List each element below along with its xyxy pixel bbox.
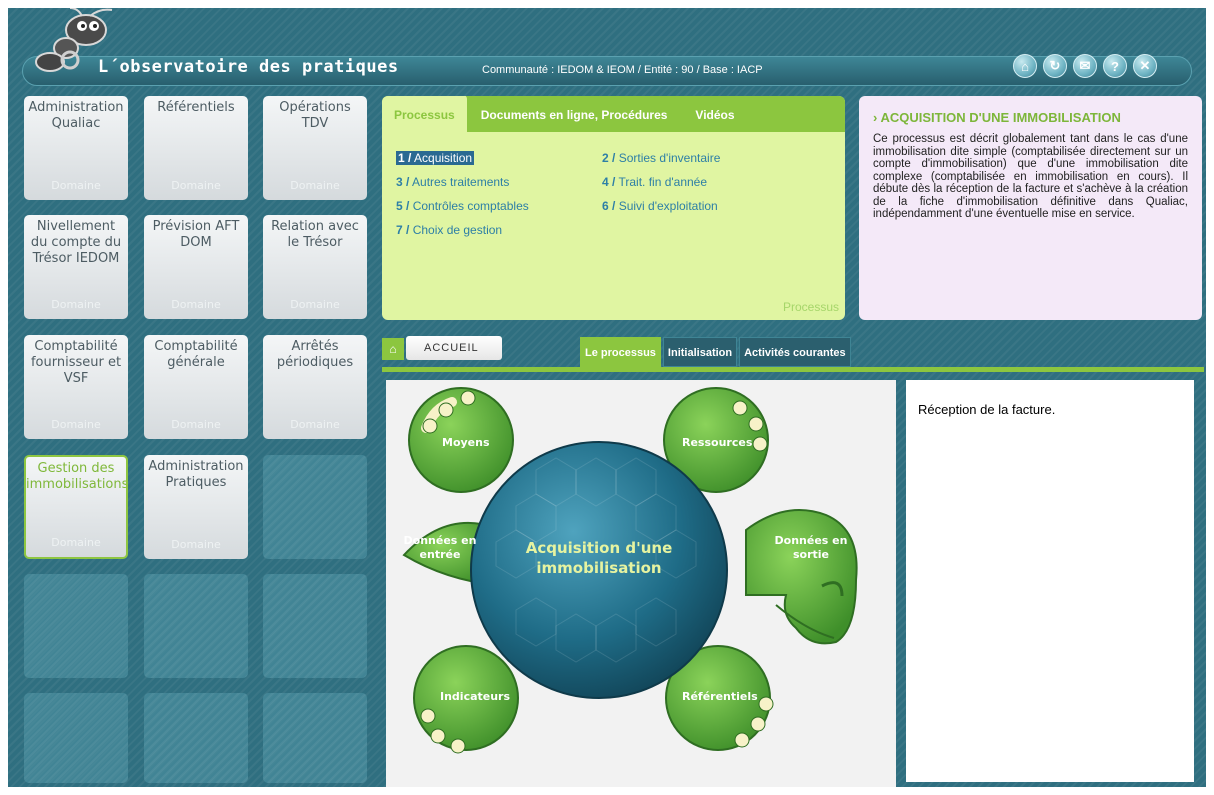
empty-tile: [144, 693, 248, 783]
description-text: Ce processus est décrit globalement tant…: [873, 133, 1188, 220]
referentiels-label: Référentiels: [682, 690, 758, 703]
domain-title: Comptabilité générale: [154, 339, 238, 370]
data-out-head[interactable]: [745, 509, 858, 645]
refresh-icon[interactable]: ↻: [1043, 54, 1067, 78]
link-number: 2 /: [602, 151, 616, 165]
process-link-controles[interactable]: 5 / Contrôles comptables: [396, 199, 529, 213]
empty-tile: [263, 455, 367, 559]
link-number: 5 /: [396, 199, 410, 213]
link-label: Choix de gestion: [412, 223, 503, 237]
domain-label: Domaine: [171, 538, 221, 551]
process-link-choix[interactable]: 7 / Choix de gestion: [396, 223, 502, 237]
domain-label: Domaine: [171, 298, 221, 311]
process-footer: Processus: [782, 300, 839, 314]
domain-tile-prevision-aft[interactable]: Prévision AFT DOM Domaine: [144, 215, 248, 319]
domain-tile-arretes-periodiques[interactable]: Arrêtés périodiques Domaine: [263, 335, 367, 439]
process-panel: Processus Documents en ligne, Procédures…: [382, 96, 845, 320]
domain-tile-referentiels[interactable]: Référentiels Domaine: [144, 96, 248, 200]
link-number: 7 /: [396, 223, 410, 237]
accueil-button[interactable]: ACCUEIL: [406, 336, 502, 360]
domain-title: Opérations TDV: [279, 100, 351, 131]
domain-title: Nivellement du compte du Trésor IEDOM: [30, 219, 122, 266]
tab-videos[interactable]: Vidéos: [681, 108, 748, 132]
domain-tile-comptabilite-fournisseur[interactable]: Comptabilité fournisseur et VSF Domaine: [24, 335, 128, 439]
link-label: Autres traitements: [412, 175, 510, 189]
domain-tile-relation-tresor[interactable]: Relation avec le Trésor Domaine: [263, 215, 367, 319]
process-link-fin-annee[interactable]: 4 / Trait. fin d'année: [602, 175, 707, 189]
tab-documents[interactable]: Documents en ligne, Procédures: [467, 108, 682, 132]
domain-label: Domaine: [290, 298, 340, 311]
ressources-label: Ressources: [682, 436, 753, 449]
domain-title: Gestion des immobilisations: [26, 461, 128, 492]
domain-label: Domaine: [171, 418, 221, 431]
tab-activites-courantes[interactable]: Activités courantes: [739, 337, 851, 367]
domain-tile-operations-tdv[interactable]: Opérations TDV Domaine: [263, 96, 367, 200]
divider-line: [382, 367, 1204, 372]
domain-title: Administration Pratiques: [148, 459, 244, 490]
process-link-sorties[interactable]: 2 / Sorties d'inventaire: [602, 151, 720, 165]
link-label: Acquisition: [414, 151, 473, 165]
empty-tile: [24, 574, 128, 678]
tab-le-processus[interactable]: Le processus: [580, 337, 661, 367]
link-number: 1 /: [398, 151, 412, 165]
description-title: › ACQUISITION D'UNE IMMOBILISATION: [873, 110, 1121, 125]
process-diagram: Acquisition d'une immobilisation Moyens …: [386, 380, 896, 787]
empty-tile: [263, 693, 367, 783]
empty-tile: [263, 574, 367, 678]
step-detail-panel: Réception de la facture.: [906, 380, 1194, 782]
domain-tile-nivellement[interactable]: Nivellement du compte du Trésor IEDOM Do…: [24, 215, 128, 319]
domain-title: Référentiels: [157, 100, 235, 115]
domain-title: Comptabilité fournisseur et VSF: [30, 339, 122, 386]
domain-label: Domaine: [51, 298, 101, 311]
domain-tile-administration-qualiac[interactable]: Administration Qualiac Domaine: [24, 96, 128, 200]
process-link-suivi[interactable]: 6 / Suivi d'exploitation: [602, 199, 718, 213]
domain-label: Domaine: [290, 418, 340, 431]
data-in-label: Données en entrée: [403, 534, 477, 561]
moyens-label: Moyens: [442, 436, 490, 449]
link-label: Trait. fin d'année: [618, 175, 708, 189]
app-title: L´observatoire des pratiques: [98, 57, 399, 77]
home-icon[interactable]: ⌂: [1013, 54, 1037, 78]
link-label: Suivi d'exploitation: [618, 199, 718, 213]
diagram-center-label: Acquisition d'une immobilisation: [525, 539, 673, 577]
link-number: 4 /: [602, 175, 616, 189]
close-icon[interactable]: ✕: [1133, 54, 1157, 78]
domain-title: Relation avec le Trésor: [271, 219, 359, 250]
step-detail-text: Réception de la facture.: [918, 402, 1056, 417]
process-tabs: Processus Documents en ligne, Procédures…: [382, 96, 845, 132]
sub-tabs: Le processus Initialisation Activités co…: [580, 337, 851, 367]
domain-title: Administration Qualiac: [28, 100, 124, 131]
domain-tile-administration-pratiques[interactable]: Administration Pratiques Domaine: [144, 455, 248, 559]
tab-processus[interactable]: Processus: [382, 96, 467, 132]
link-label: Contrôles comptables: [412, 199, 529, 213]
context-info: Communauté : IEDOM & IEOM / Entité : 90 …: [482, 64, 763, 76]
domain-tile-gestion-immobilisations[interactable]: Gestion des immobilisations Domaine: [24, 455, 128, 559]
mail-icon[interactable]: ✉: [1073, 54, 1097, 78]
empty-tile: [144, 574, 248, 678]
domain-title: Arrêtés périodiques: [276, 339, 354, 370]
description-panel: › ACQUISITION D'UNE IMMOBILISATION Ce pr…: [859, 96, 1202, 320]
empty-tile: [24, 693, 128, 783]
domain-label: Domaine: [51, 418, 101, 431]
indicateurs-label: Indicateurs: [440, 690, 511, 703]
header-toolbar: ⌂ ↻ ✉ ? ✕: [1013, 54, 1157, 78]
tab-initialisation[interactable]: Initialisation: [662, 337, 738, 367]
domain-tile-comptabilite-generale[interactable]: Comptabilité générale Domaine: [144, 335, 248, 439]
process-link-autres[interactable]: 3 / Autres traitements: [396, 175, 509, 189]
domain-title: Prévision AFT DOM: [152, 219, 240, 250]
link-label: Sorties d'inventaire: [618, 151, 721, 165]
process-link-acquisition[interactable]: 1 / Acquisition: [396, 151, 475, 165]
domain-label: Domaine: [51, 536, 101, 549]
domain-label: Domaine: [290, 179, 340, 192]
data-out-label: Données en sortie: [774, 534, 848, 561]
link-number: 6 /: [602, 199, 616, 213]
link-number: 3 /: [396, 175, 410, 189]
home-button[interactable]: ⌂: [382, 338, 404, 360]
domain-label: Domaine: [51, 179, 101, 192]
domain-label: Domaine: [171, 179, 221, 192]
help-icon[interactable]: ?: [1103, 54, 1127, 78]
